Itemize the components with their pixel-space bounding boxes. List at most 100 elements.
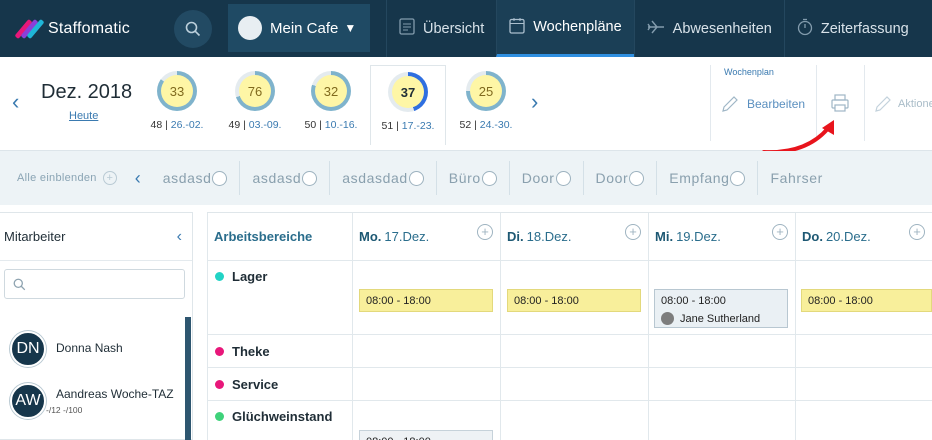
today-link[interactable]: Heute [69,110,98,122]
week-range: 10.-16. [324,119,358,131]
areas-column-header: Arbeitsbereiche [207,213,352,261]
staffomatic-logo-icon [14,18,45,40]
calendar-icon [509,17,525,38]
show-all-link[interactable]: Alle einblenden [17,172,97,184]
area-chip[interactable]: Empfang [656,161,757,195]
schedule-cell[interactable] [500,368,648,401]
area-chip[interactable]: asdasdad [329,161,436,195]
schedule-cell[interactable] [795,368,932,401]
schedule-cell[interactable] [648,368,795,401]
plane-icon [647,19,665,39]
print-button[interactable] [830,93,850,118]
chevron-down-icon: ▼ [344,21,357,35]
employee-search-input[interactable] [4,269,185,299]
schedule-cell[interactable] [795,401,932,440]
week-51-selected[interactable]: 37 51 | 17.-23. [370,65,446,145]
day-header-mon: Mo. 17.Dez. + [352,213,500,261]
chip-radio[interactable] [408,170,424,186]
assigned-employee: Jane Sutherland [680,312,761,325]
employee-panel-title: Mitarbeiter [4,229,66,244]
location-name: Mein Cafe [270,19,339,37]
shift-card[interactable]: 08:00 - 18:00 [507,289,641,312]
shift-card-assigned[interactable]: 08:00 - 18:00 Jane Sutherland [654,289,788,328]
area-filter-bar: Alle einblenden + ‹ asdasd asdasd asdasd… [0,151,932,205]
brand-name: Staffomatic [48,19,130,37]
current-month: Dez. 2018 [41,81,133,103]
area-name: Lager [232,269,268,284]
area-chip[interactable]: Door [508,161,583,195]
week-number: 51 [381,120,394,132]
add-shift-icon[interactable]: + [625,224,641,240]
search-button[interactable] [164,0,222,57]
schedule-cell[interactable] [352,368,500,401]
week-progress-ring: 33 [157,71,197,111]
location-selector[interactable]: Mein Cafe ▼ [228,4,370,52]
day-abbr: Mo. [359,229,382,244]
collapse-chevron-icon[interactable]: ‹ [177,228,182,246]
chip-label: asdasd [162,170,212,186]
week-52[interactable]: 25 52 | 24.-30. [448,71,524,131]
add-shift-icon[interactable]: + [477,224,493,240]
nav-item-label: Zeiterfassung [820,20,909,37]
week-50[interactable]: 32 50 | 10.-16. [293,71,369,131]
shift-card[interactable]: 08:00 - 18:00 [801,289,932,312]
chip-radio[interactable] [555,170,571,186]
employee-hours: -/12 -/100 [46,405,83,415]
chip-radio[interactable] [212,170,228,186]
area-color-dot [215,379,224,389]
actions-button[interactable]: Aktione [874,95,932,113]
area-chip[interactable]: Door [582,161,657,195]
wochenplan-section-title: Wochenplan [724,67,774,77]
chip-radio[interactable] [481,170,497,186]
day-abbr: Do. [802,229,823,244]
next-week-chevron-icon[interactable]: › [531,89,538,115]
nav-item-overview[interactable]: Übersicht [386,0,496,57]
nav-item-weekplans[interactable]: Wochenpläne [496,0,634,57]
week-49[interactable]: 76 49 | 03.-09. [217,71,293,131]
schedule-cell[interactable] [795,335,932,368]
previous-week-chevron-icon[interactable]: ‹ [12,89,19,115]
chip-radio[interactable] [730,170,746,186]
chip-label: Empfang [669,170,730,186]
schedule-cell[interactable] [648,335,795,368]
schedule-cell[interactable] [352,335,500,368]
area-chip[interactable]: Fahrser [757,161,834,195]
avatar: AW [10,383,46,419]
scrollbar[interactable] [185,317,191,440]
stopwatch-icon [797,18,813,40]
chip-radio[interactable] [629,170,645,186]
week-shift-count: 25 [470,75,502,107]
actions-label: Aktione [898,98,932,110]
week-48[interactable]: 33 48 | 26.-02. [139,71,215,131]
area-chip[interactable]: Büro [435,161,509,195]
day-abbr: Mi. [655,229,674,244]
chip-label: asdasd [252,170,302,186]
pencil-icon [722,96,738,112]
area-chip[interactable]: asdasd [151,161,240,195]
schedule-cell[interactable] [648,401,795,440]
schedule-cell[interactable] [500,401,648,440]
add-shift-icon[interactable]: + [909,224,925,240]
employee-item[interactable]: DN Donna Nash [10,331,123,367]
schedule-cell[interactable] [500,335,648,368]
week-progress-ring: 37 [388,72,428,112]
day-header-wed: Mi. 19.Dez. + [648,213,795,261]
shift-card[interactable]: 08:00 - 18:00 [359,430,493,440]
area-chip[interactable]: asdasd [239,161,329,195]
brand[interactable]: Staffomatic [0,0,164,57]
add-shift-icon[interactable]: + [772,224,788,240]
employee-name: Aandreas Woche-TAZ [56,387,174,401]
week-shift-count: 33 [161,75,193,107]
chevron-left-icon[interactable]: ‹ [135,168,141,189]
add-icon[interactable]: + [102,171,117,185]
shift-card[interactable]: 08:00 - 18:00 [359,289,493,312]
edit-button[interactable]: Bearbeiten [721,95,805,113]
chip-label: asdasdad [342,170,408,186]
day-abbr: Di. [507,229,524,244]
chip-radio[interactable] [302,170,318,186]
day-header-thu: Do. 20.Dez. + [795,213,932,261]
employee-item[interactable]: AW Aandreas Woche-TAZ -/12 -/100 [10,383,174,419]
nav-item-time-tracking[interactable]: Zeiterfassung [783,0,921,57]
nav-item-absences[interactable]: Abwesenheiten [633,0,784,57]
chip-label: Door [595,170,629,186]
